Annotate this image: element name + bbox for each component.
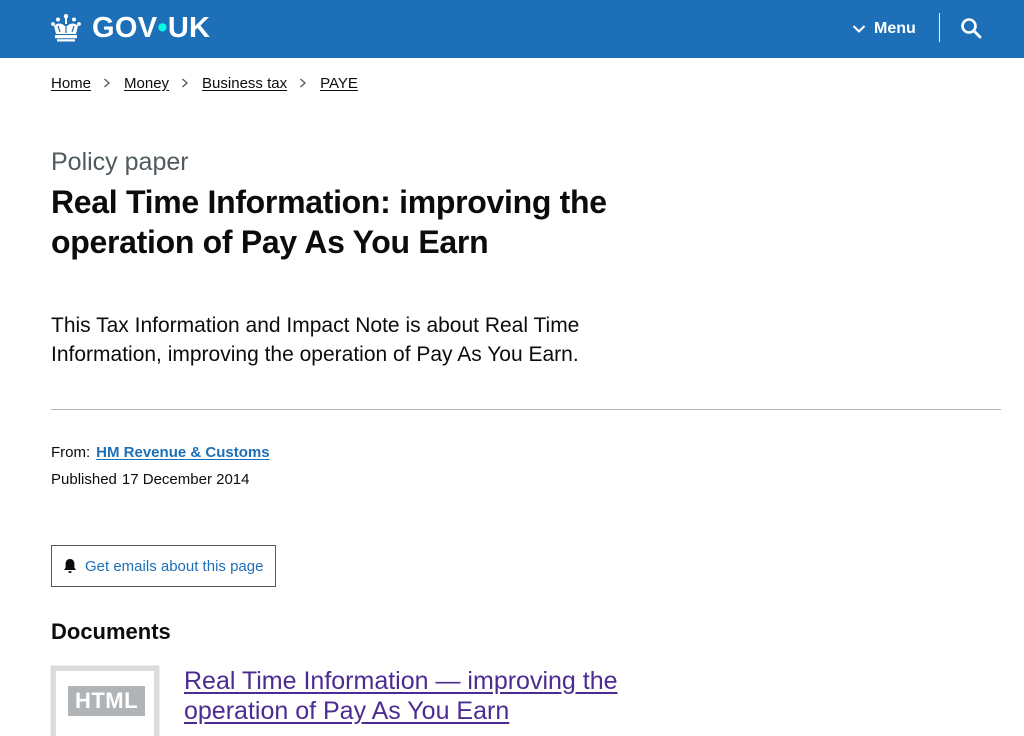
menu-label: Menu	[874, 20, 916, 37]
search-icon	[961, 18, 982, 39]
document-thumbnail[interactable]: HTML	[51, 666, 159, 736]
documents-heading: Documents	[51, 619, 171, 644]
chevron-down-icon	[852, 25, 866, 33]
breadcrumb: Home Money Business tax PAYE	[51, 72, 358, 94]
chevron-right-icon	[300, 78, 307, 88]
document-link[interactable]: Real Time Information — improving the op…	[184, 666, 654, 726]
chevron-right-icon	[182, 78, 189, 88]
document-type-caption: Policy paper	[51, 148, 189, 176]
page-title: Real Time Information: improving the ope…	[51, 184, 607, 260]
get-emails-button[interactable]: Get emails about this page	[51, 545, 276, 587]
menu-button[interactable]: Menu	[852, 14, 916, 44]
logo-wordmark: GOV•UK	[92, 9, 210, 47]
breadcrumb-home[interactable]: Home	[51, 75, 91, 92]
site-header: GOV•UK Menu	[0, 0, 1024, 58]
breadcrumb-paye[interactable]: PAYE	[320, 75, 358, 92]
published-date: 17 December 2014	[121, 471, 250, 488]
metadata-published: Published 17 December 2014	[51, 470, 249, 490]
chevron-right-icon	[104, 78, 110, 88]
bell-icon	[64, 559, 76, 573]
header-divider	[939, 13, 940, 42]
organisation-link[interactable]: HM Revenue & Customs	[96, 443, 269, 463]
logo-text-uk: UK	[167, 12, 211, 44]
published-label: Published	[51, 471, 117, 488]
page-summary: This Tax Information and Impact Note is …	[51, 314, 580, 366]
logo-dot: •	[157, 12, 168, 44]
breadcrumb-money[interactable]: Money	[124, 75, 169, 92]
from-label: From:	[51, 444, 91, 461]
crown-icon	[51, 14, 81, 42]
breadcrumb-business-tax[interactable]: Business tax	[202, 75, 287, 92]
get-emails-label: Get emails about this page	[85, 557, 264, 575]
html-format-badge: HTML	[68, 686, 145, 716]
govuk-logo-link[interactable]: GOV•UK	[50, 9, 210, 47]
logo-text-gov: GOV	[92, 12, 158, 44]
section-divider	[51, 409, 1001, 410]
metadata-from: From: HM Revenue & Customs	[51, 443, 270, 463]
search-button[interactable]	[952, 10, 990, 46]
